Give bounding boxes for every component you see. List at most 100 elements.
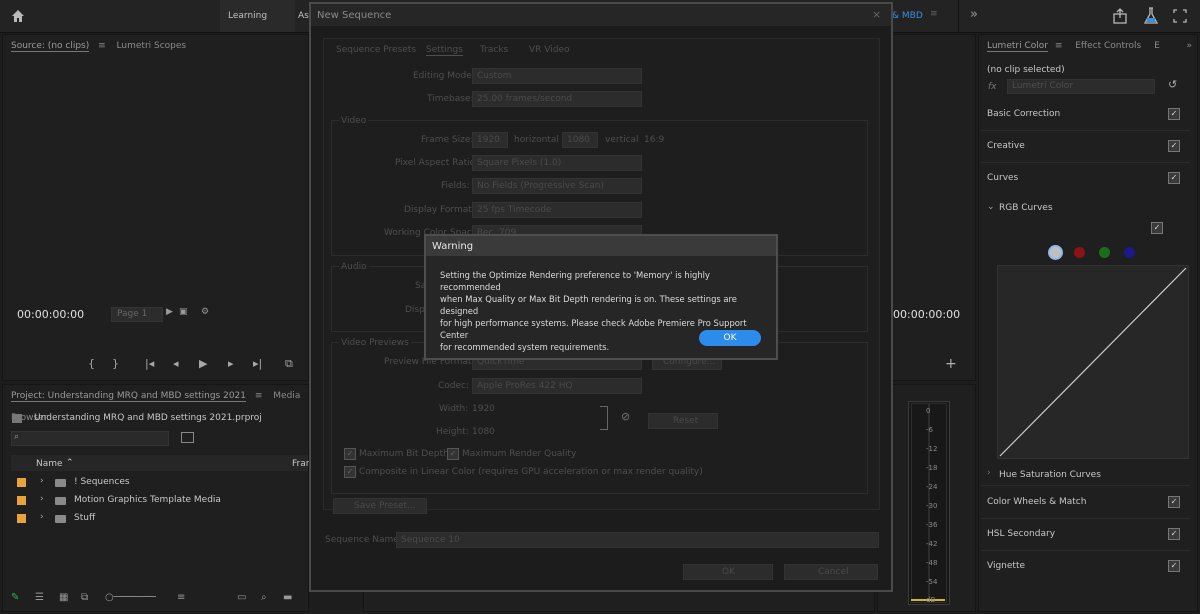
editing-mode-select[interactable]: Custom <box>472 68 642 84</box>
curve-channel-white[interactable] <box>1048 245 1063 260</box>
hue-sat-chevron-icon[interactable]: › <box>987 468 991 478</box>
section-enable-checkbox[interactable]: ✓ <box>1168 528 1180 540</box>
pencil-icon[interactable]: ✎ <box>11 592 19 603</box>
play-icon[interactable]: ▶ <box>199 357 207 370</box>
chain-link-icon[interactable]: ⊘ <box>621 410 630 423</box>
curve-channel-green[interactable] <box>1099 247 1110 258</box>
curve-channel-red[interactable] <box>1074 247 1085 258</box>
program-timecode[interactable]: 00:00:00:00 <box>893 308 960 321</box>
sort-up-icon[interactable]: ⌃ <box>66 458 74 468</box>
max-render-quality-checkbox[interactable]: ✓ <box>447 448 459 460</box>
workspace-tab-learning[interactable]: Learning <box>228 11 267 21</box>
reset-icon[interactable]: ↺ <box>1168 78 1177 91</box>
workspace-tab-active[interactable]: & MBD <box>892 11 923 21</box>
beta-flask-icon[interactable] <box>1143 7 1159 25</box>
tab-source[interactable]: Source: (no clips) <box>11 41 90 52</box>
list-item[interactable]: › Motion Graphics Template Media <box>11 492 308 510</box>
hue-sat-curves-label[interactable]: Hue Saturation Curves <box>999 470 1101 480</box>
sort-icon[interactable]: ≡ <box>177 592 185 603</box>
fields-select[interactable]: No Fields (Progressive Scan) <box>472 178 642 194</box>
column-name[interactable]: Name <box>36 459 63 469</box>
tab-effect-controls[interactable]: Effect Controls <box>1075 41 1141 51</box>
tab-tracks[interactable]: Tracks <box>480 45 508 55</box>
section-color-wheels[interactable]: Color Wheels & Match ✓ <box>981 487 1190 519</box>
dialog-cancel-button[interactable]: Cancel <box>784 564 878 580</box>
rgb-curve-graph[interactable] <box>997 265 1189 459</box>
list-item[interactable]: › Stuff <box>11 510 308 528</box>
tab-lumetri-color[interactable]: Lumetri Color <box>987 41 1048 52</box>
section-enable-checkbox[interactable]: ✓ <box>1168 140 1180 152</box>
section-enable-checkbox[interactable]: ✓ <box>1168 496 1180 508</box>
section-enable-checkbox[interactable]: ✓ <box>1168 560 1180 572</box>
play-arrow-icon[interactable]: ▶ <box>166 307 173 317</box>
section-enable-checkbox[interactable]: ✓ <box>1168 172 1180 184</box>
project-search-input[interactable] <box>11 431 169 446</box>
composite-linear-checkbox[interactable]: ✓ <box>344 466 356 478</box>
go-to-out-icon[interactable]: ▸| <box>253 357 262 370</box>
label-color-swatch[interactable] <box>17 478 26 487</box>
wrench-icon[interactable]: ⚙ <box>201 307 209 317</box>
pixel-aspect-select[interactable]: Square Pixels (1.0) <box>472 155 642 171</box>
label-color-swatch[interactable] <box>17 514 26 523</box>
curve-channel-blue[interactable] <box>1124 247 1135 258</box>
add-button-icon[interactable]: + <box>945 356 957 372</box>
display-format-select[interactable]: 25 fps Timecode <box>472 202 642 218</box>
insert-icon[interactable]: ⧉ <box>285 357 293 371</box>
panel-menu-icon[interactable]: ≡ <box>1055 41 1063 51</box>
automate-icon[interactable]: ▭ <box>237 592 246 603</box>
step-back-icon[interactable]: ◂ <box>173 357 179 370</box>
list-view-icon[interactable]: ☰ <box>35 592 44 603</box>
settings-square-icon[interactable]: ▣ <box>179 307 188 317</box>
tab-sequence-presets[interactable]: Sequence Presets <box>336 45 416 55</box>
panel-overflow-icon[interactable]: » <box>1186 35 1192 57</box>
panel-menu-icon[interactable]: ≡ <box>255 391 263 401</box>
width-value[interactable]: 1920 <box>472 404 495 414</box>
workspace-menu-icon[interactable]: ≡ <box>930 9 938 19</box>
go-to-in-icon[interactable]: |◂ <box>145 357 154 370</box>
home-icon[interactable] <box>10 8 26 24</box>
list-item[interactable]: › ! Sequences <box>11 474 308 492</box>
zoom-slider[interactable]: ○─────── <box>105 592 156 603</box>
freeform-view-icon[interactable]: ⧉ <box>81 592 88 603</box>
sequence-name-input[interactable]: Sequence 10 <box>396 532 879 548</box>
tab-settings[interactable]: Settings <box>426 45 463 56</box>
page-select[interactable]: Page 1 <box>117 309 147 319</box>
source-timecode[interactable]: 00:00:00:00 <box>17 308 84 321</box>
section-curves[interactable]: Curves ✓ <box>981 163 1190 194</box>
height-value[interactable]: 1080 <box>472 427 495 437</box>
tab-lumetri-scopes[interactable]: Lumetri Scopes <box>117 41 187 51</box>
section-enable-checkbox[interactable]: ✓ <box>1168 108 1180 120</box>
reset-button[interactable]: Reset <box>648 413 718 429</box>
max-bit-depth-checkbox[interactable]: ✓ <box>344 448 356 460</box>
share-icon[interactable] <box>1112 8 1128 24</box>
maximize-icon[interactable] <box>1172 8 1188 24</box>
workspace-overflow-button[interactable]: » <box>970 7 978 22</box>
label-color-swatch[interactable] <box>17 496 26 505</box>
warning-ok-button[interactable]: OK <box>699 330 761 346</box>
dialog-ok-button[interactable]: OK <box>683 564 773 580</box>
save-preset-button[interactable]: Save Preset... <box>333 498 427 514</box>
close-icon[interactable]: × <box>872 8 881 21</box>
icon-view-icon[interactable]: ▦ <box>59 592 68 603</box>
codec-select[interactable]: Apple ProRes 422 HQ <box>472 378 642 394</box>
disclosure-chevron-icon[interactable]: › <box>40 476 44 486</box>
disclosure-chevron-icon[interactable]: › <box>40 512 44 522</box>
timebase-select[interactable]: 25.00 frames/second <box>472 91 642 107</box>
find-icon[interactable]: ⌕ <box>261 592 267 603</box>
section-creative[interactable]: Creative ✓ <box>981 131 1190 163</box>
section-vignette[interactable]: Vignette ✓ <box>981 551 1190 582</box>
mark-out-icon[interactable]: } <box>112 357 119 370</box>
mark-in-icon[interactable]: { <box>88 357 95 370</box>
rgb-curves-label[interactable]: RGB Curves <box>999 203 1053 213</box>
panel-menu-icon[interactable]: ≡ <box>98 41 106 51</box>
new-bin-footer-icon[interactable]: ▬ <box>283 592 292 603</box>
tab-vr-video[interactable]: VR Video <box>529 45 570 55</box>
disclosure-chevron-icon[interactable]: › <box>40 494 44 504</box>
step-forward-icon[interactable]: ▸ <box>228 357 234 370</box>
new-bin-icon[interactable] <box>181 432 194 443</box>
tab-project[interactable]: Project: Understanding MRQ and MBD setti… <box>11 391 246 402</box>
rgb-curves-chevron-icon[interactable]: ⌄ <box>987 202 995 212</box>
rgb-curves-checkbox[interactable]: ✓ <box>1151 222 1163 234</box>
frame-height-input[interactable]: 1080 <box>562 132 598 148</box>
section-hsl-secondary[interactable]: HSL Secondary ✓ <box>981 519 1190 551</box>
